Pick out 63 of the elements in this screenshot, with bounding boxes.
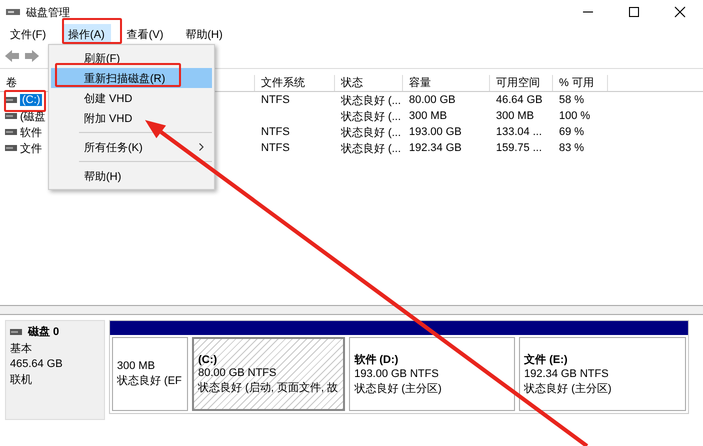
window-title: 磁盘管理 xyxy=(26,6,70,20)
partition-status: 状态良好 (启动, 页面文件, 故 xyxy=(198,380,340,394)
partition-label: 文件 (E:) xyxy=(524,352,569,367)
table-cell: 46.64 GB xyxy=(496,94,542,106)
table-cell: 状态良好 (... xyxy=(341,142,401,154)
highlight-frame xyxy=(4,90,46,112)
table-cell: 状态良好 (... xyxy=(341,126,401,138)
partition-size: 193.00 GB NTFS xyxy=(354,368,440,380)
drive-icon xyxy=(5,145,17,151)
forward-icon[interactable] xyxy=(24,49,40,63)
partition-size: 80.00 GB NTFS xyxy=(198,366,278,378)
menu-item[interactable]: 查看(V) xyxy=(120,24,170,44)
table-cell: 159.75 ... xyxy=(496,142,542,154)
table-cell: 192.34 GB xyxy=(409,142,462,154)
menu-item[interactable]: 文件(F) xyxy=(4,24,52,44)
menu-option[interactable]: 帮助(H) xyxy=(51,166,212,186)
partition-status: 状态良好 (主分区) xyxy=(524,382,613,396)
column-header[interactable]: % 可用 xyxy=(553,75,608,91)
menu-option[interactable]: 重新扫描磁盘(R) xyxy=(51,68,212,88)
partition-size: 192.34 GB NTFS xyxy=(524,368,610,380)
partition-status: 状态良好 (EF xyxy=(117,374,183,388)
table-cell: NTFS xyxy=(261,126,290,138)
menu-option[interactable]: 附加 VHD xyxy=(51,108,212,128)
highlight-frame xyxy=(62,18,122,44)
disk-state: 联机 xyxy=(10,373,33,387)
menu-item[interactable]: 帮助(H) xyxy=(179,24,229,44)
drive-icon xyxy=(5,113,17,119)
table-cell: NTFS xyxy=(261,142,290,154)
disk-name: 磁盘 0 xyxy=(28,325,60,339)
volume-name[interactable]: 文件 xyxy=(20,140,42,156)
volume-name[interactable]: (C:) xyxy=(20,94,42,106)
disk-type: 基本 xyxy=(10,342,33,356)
partition-label: (C:) xyxy=(198,354,218,366)
table-cell: 193.00 GB xyxy=(409,126,462,138)
drive-icon xyxy=(5,129,17,135)
disk-app-icon xyxy=(6,7,20,17)
table-cell: 300 MB xyxy=(409,110,447,122)
column-header[interactable]: 文件系统 xyxy=(255,75,335,91)
table-cell: 状态良好 (... xyxy=(341,110,401,122)
back-icon[interactable] xyxy=(4,49,20,63)
volume-name[interactable]: 软件 xyxy=(20,124,42,140)
column-header[interactable]: 可用空间 xyxy=(490,75,553,91)
table-cell: 58 % xyxy=(559,94,584,106)
menu-option[interactable]: 所有任务(K) xyxy=(51,137,212,157)
table-cell: 100 % xyxy=(559,110,590,122)
partition-label: 软件 (D:) xyxy=(354,352,400,367)
table-cell: 80.00 GB xyxy=(409,94,456,106)
partition-size: 300 MB xyxy=(117,360,156,372)
disk-size: 465.64 GB xyxy=(10,358,64,370)
table-cell: 83 % xyxy=(559,142,584,154)
menu-option[interactable]: 创建 VHD xyxy=(51,88,212,108)
table-cell: 133.04 ... xyxy=(496,126,542,138)
partition-status: 状态良好 (主分区) xyxy=(354,382,443,396)
pane-splitter[interactable] xyxy=(0,306,703,315)
drive-icon xyxy=(5,97,17,103)
table-cell: 状态良好 (... xyxy=(341,94,401,106)
column-header[interactable]: 状态 xyxy=(335,75,403,91)
column-header[interactable]: 容量 xyxy=(403,75,490,91)
volume-name[interactable]: (磁盘 xyxy=(20,108,46,124)
table-cell: 69 % xyxy=(559,126,584,138)
chevron-icon xyxy=(199,143,204,151)
table-cell: NTFS xyxy=(261,94,290,106)
table-cell: 300 MB xyxy=(496,110,534,122)
